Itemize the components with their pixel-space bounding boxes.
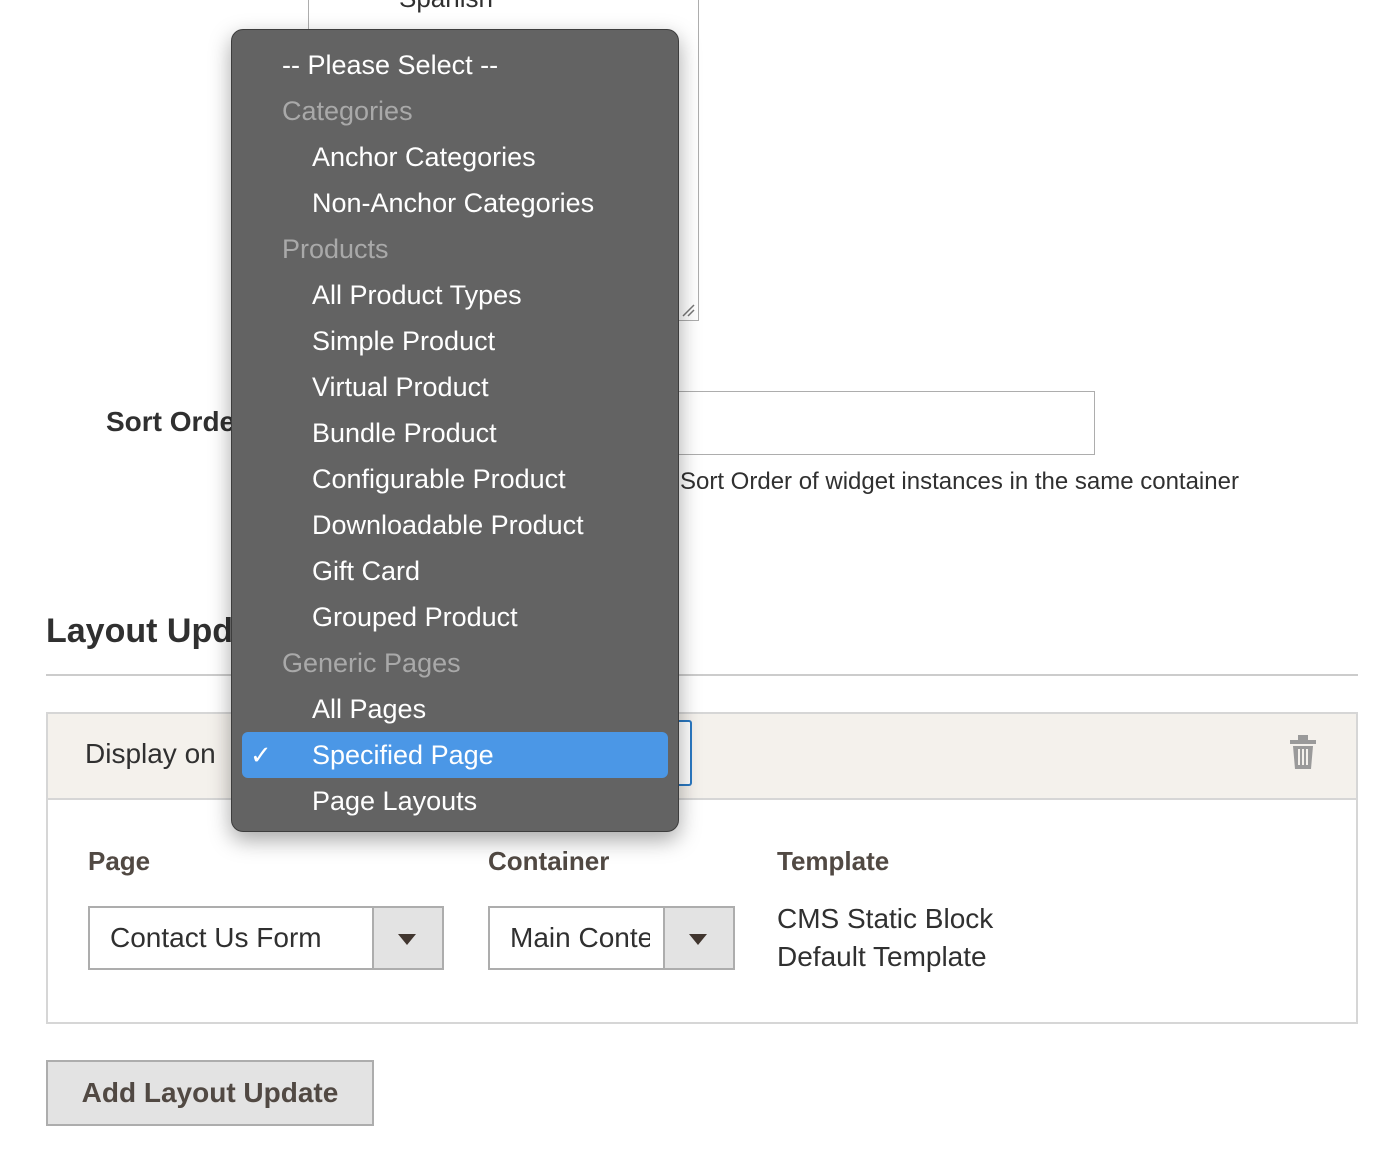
template-value: CMS Static Block Default Template <box>777 900 993 976</box>
chevron-down-icon <box>398 934 416 945</box>
page-select[interactable]: Contact Us Form <box>88 906 444 970</box>
dropdown-group-products: Products <box>282 234 389 264</box>
dropdown-option-configurable-product[interactable]: Configurable Product <box>242 456 668 502</box>
page-column-label: Page <box>88 846 151 876</box>
dropdown-option-anchor-categories[interactable]: Anchor Categories <box>242 134 668 180</box>
display-on-label: Display on <box>85 738 216 769</box>
dropdown-option-grouped-product[interactable]: Grouped Product <box>242 594 668 640</box>
dropdown-option-simple-product[interactable]: Simple Product <box>242 318 668 364</box>
dropdown-option-bundle-product[interactable]: Bundle Product <box>242 410 668 456</box>
checkmark-icon: ✓ <box>250 740 272 770</box>
chevron-down-icon <box>689 934 707 945</box>
template-value-line1: CMS Static Block <box>777 903 994 934</box>
dropdown-group-categories: Categories <box>282 96 413 126</box>
container-select-toggle[interactable] <box>663 908 733 968</box>
dropdown-option-all-pages[interactable]: All Pages <box>242 686 668 732</box>
dropdown-option-gift-card[interactable]: Gift Card <box>242 548 668 594</box>
trash-icon[interactable] <box>1288 734 1318 770</box>
dropdown-option-virtual-product[interactable]: Virtual Product <box>242 364 668 410</box>
dropdown-option-downloadable-product[interactable]: Downloadable Product <box>242 502 668 548</box>
display-on-dropdown-menu: -- Please Select -- Categories Anchor Ca… <box>231 29 679 832</box>
store-view-option[interactable]: Spanish <box>399 0 493 14</box>
dropdown-option-non-anchor-categories[interactable]: Non-Anchor Categories <box>242 180 668 226</box>
resize-grip-icon[interactable] <box>681 303 695 317</box>
sort-order-label: Sort Order <box>106 406 247 437</box>
page-select-value: Contact Us Form <box>110 922 322 953</box>
page-select-toggle[interactable] <box>372 908 442 968</box>
dropdown-option-all-product-types[interactable]: All Product Types <box>242 272 668 318</box>
add-layout-update-button[interactable]: Add Layout Update <box>46 1060 374 1126</box>
dropdown-group-generic-pages: Generic Pages <box>282 648 461 678</box>
container-select[interactable]: Main Content Area <box>488 906 735 970</box>
container-select-value: Main Content Area <box>510 922 650 953</box>
template-column-label: Template <box>777 846 890 876</box>
dropdown-option-please-select[interactable]: -- Please Select -- <box>242 42 668 88</box>
template-value-line2: Default Template <box>777 941 987 972</box>
dropdown-option-page-layouts[interactable]: Page Layouts <box>242 778 668 824</box>
sort-order-note: Sort Order of widget instances in the sa… <box>680 468 1239 495</box>
container-column-label: Container <box>488 846 610 876</box>
dropdown-option-specified-page[interactable]: ✓ Specified Page <box>242 732 668 778</box>
